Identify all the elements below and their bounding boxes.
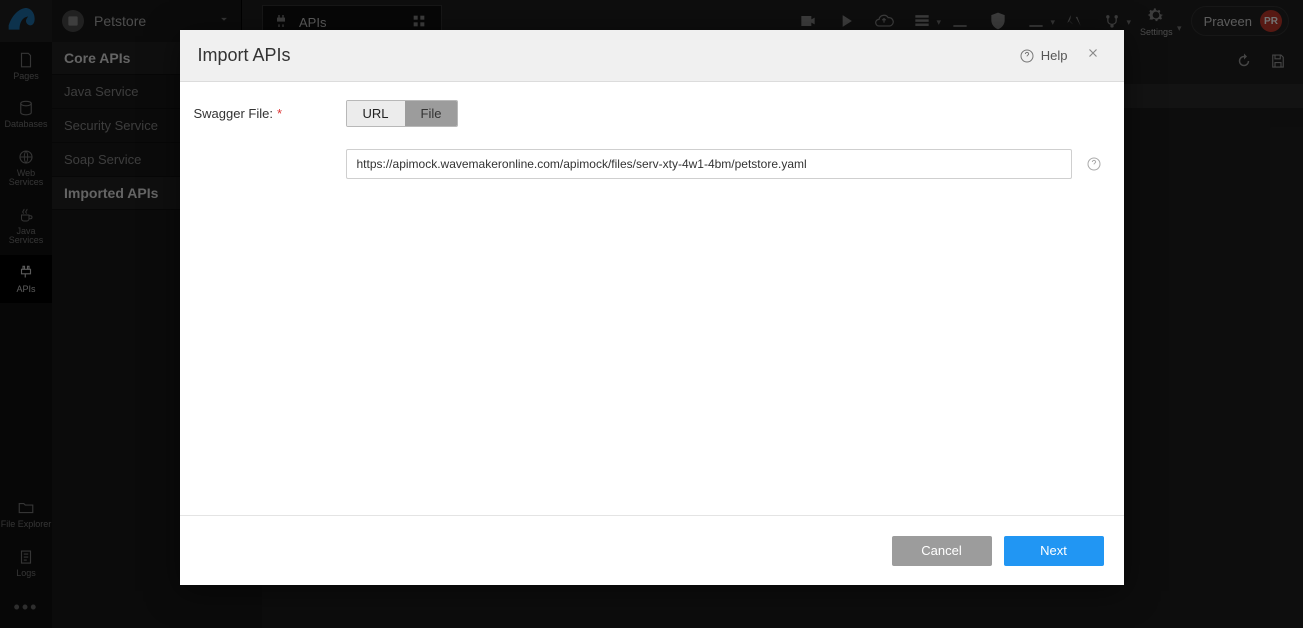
modal-overlay: Import APIs Help Swagger File: * URL <box>0 0 1303 628</box>
swagger-file-label: Swagger File: * <box>194 100 346 497</box>
toggle-file-button[interactable]: File <box>405 101 458 126</box>
dialog-body: Swagger File: * URL File <box>180 82 1124 515</box>
source-toggle: URL File <box>346 100 459 127</box>
next-button[interactable]: Next <box>1004 536 1104 566</box>
url-field-help-icon[interactable] <box>1086 156 1102 172</box>
cancel-button[interactable]: Cancel <box>892 536 992 566</box>
import-apis-dialog: Import APIs Help Swagger File: * URL <box>180 30 1124 585</box>
dialog-footer: Cancel Next <box>180 515 1124 585</box>
help-label: Help <box>1041 48 1068 63</box>
dialog-title: Import APIs <box>198 45 1007 66</box>
dialog-close-button[interactable] <box>1080 42 1106 69</box>
toggle-url-button[interactable]: URL <box>347 101 405 126</box>
required-asterisk: * <box>277 106 282 121</box>
swagger-file-label-text: Swagger File: <box>194 106 273 121</box>
dialog-help-button[interactable]: Help <box>1019 48 1068 64</box>
swagger-url-input[interactable] <box>346 149 1072 179</box>
help-circle-icon <box>1019 48 1035 64</box>
close-icon <box>1086 46 1100 60</box>
dialog-header: Import APIs Help <box>180 30 1124 82</box>
